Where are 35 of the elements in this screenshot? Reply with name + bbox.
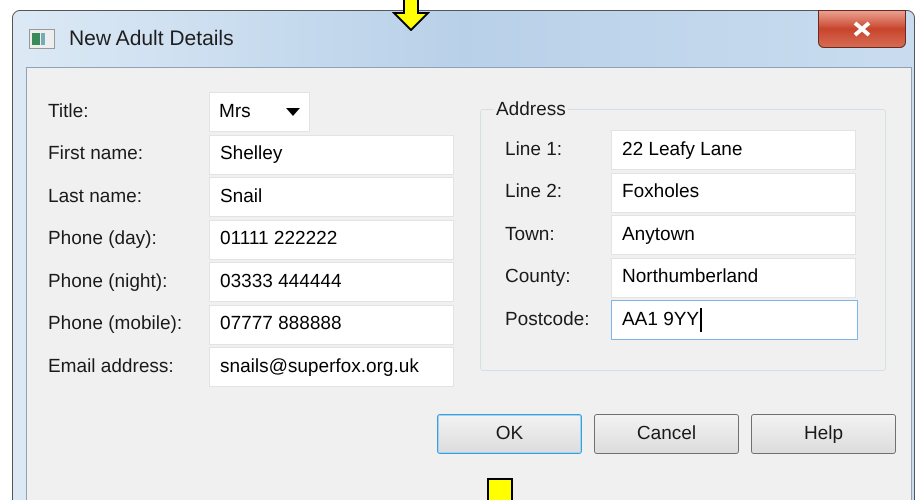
dialog-button[interactable]: OK xyxy=(437,414,582,454)
text-field[interactable]: Snail xyxy=(209,177,454,217)
field-label: Town: xyxy=(505,222,556,247)
text-cursor xyxy=(700,308,702,332)
dropdown-caret-icon xyxy=(286,108,300,116)
field-label: Phone (mobile): xyxy=(48,312,184,336)
title-dropdown[interactable]: Mrs xyxy=(209,92,310,132)
close-button[interactable] xyxy=(818,10,906,48)
dialog-button[interactable]: Cancel xyxy=(594,414,739,454)
text-field[interactable]: Northumberland xyxy=(611,258,856,298)
text-field[interactable]: Anytown xyxy=(611,215,856,255)
text-field[interactable]: snails@superfox.org.uk xyxy=(209,347,454,387)
text-field[interactable]: 07777 888888 xyxy=(209,304,454,344)
window-title: New Adult Details xyxy=(69,26,234,52)
close-icon xyxy=(852,21,872,37)
text-field[interactable]: 01111 222222 xyxy=(209,220,454,260)
field-label: Line 2: xyxy=(505,180,564,204)
field-label: Phone (night): xyxy=(48,270,168,294)
field-label: Last name: xyxy=(48,184,143,209)
arrow-icon xyxy=(487,478,513,500)
field-label: Postcode: xyxy=(505,308,590,332)
field-label: Line 1: xyxy=(505,138,564,162)
field-label: County: xyxy=(505,265,572,290)
text-field[interactable]: Foxholes xyxy=(611,172,856,212)
field-label: First name: xyxy=(48,142,144,166)
text-field[interactable]: 03333 444444 xyxy=(209,262,454,302)
text-field[interactable]: AA1 9YY xyxy=(611,300,858,340)
dialog-button[interactable]: Help xyxy=(751,414,896,454)
field-label: Title: xyxy=(48,100,90,124)
field-label: Email address: xyxy=(48,354,175,379)
text-field[interactable]: 22 Leafy Lane xyxy=(611,130,856,170)
app-icon xyxy=(29,29,55,49)
field-label: Phone (day): xyxy=(48,227,158,252)
arrow-icon xyxy=(392,0,430,31)
text-field[interactable]: Shelley xyxy=(209,134,454,174)
